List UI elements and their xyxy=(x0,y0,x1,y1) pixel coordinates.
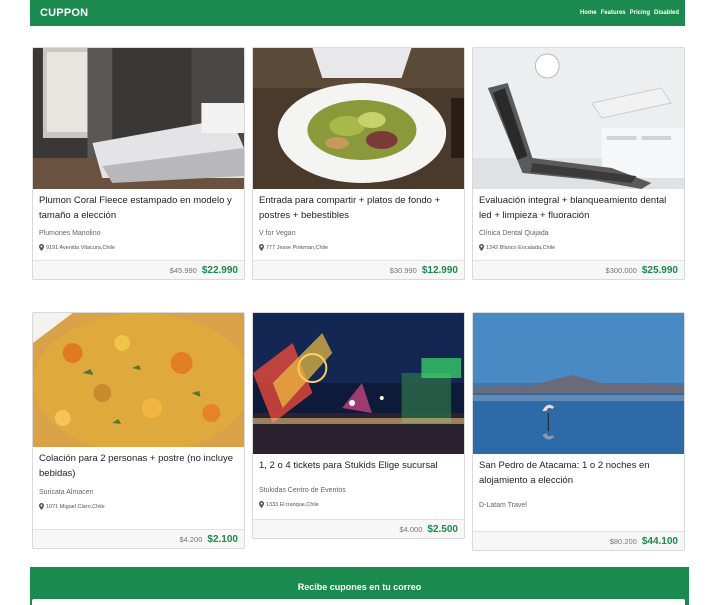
brand-logo[interactable]: CUPPON xyxy=(40,7,88,19)
old-price: $4.000 xyxy=(399,524,423,534)
location-text: 9191 Avenida Vitacura,Chile xyxy=(46,244,115,251)
deal-card-3[interactable]: Evaluación integral + blanqueamiento den… xyxy=(472,47,685,280)
old-price: $300.000 xyxy=(605,265,637,275)
new-price: $12.990 xyxy=(421,264,458,276)
deal-title[interactable]: 1, 2 o 4 tickets para Stukids Elige sucu… xyxy=(259,458,458,473)
deal-vendor: Plumones Manolino xyxy=(39,230,101,237)
deal-vendor: Stukidas Centro de Eventos xyxy=(259,487,346,494)
price-footer: $4.000 $2.500 xyxy=(253,519,464,538)
deal-title[interactable]: Plumon Coral Fleece estampado en modelo … xyxy=(39,193,238,223)
new-price: $2.500 xyxy=(427,523,458,535)
deal-location: 1342 Blanco Encalada,Chile xyxy=(479,244,555,251)
deal-card-1[interactable]: Plumon Coral Fleece estampado en modelo … xyxy=(32,47,245,280)
deal-card-6[interactable]: San Pedro de Atacama: 1 o 2 noches en al… xyxy=(472,312,685,551)
price-footer: $4.200 $2.100 xyxy=(33,529,244,548)
old-price: $80.200 xyxy=(609,536,637,546)
location-text: 1071 Miguel Claro,Chile xyxy=(46,503,105,510)
new-price: $22.990 xyxy=(201,264,238,276)
deal-card-2[interactable]: Entrada para compartir + platos de fondo… xyxy=(252,47,465,280)
deal-location: 777 Jesse Pinkman,Chile xyxy=(259,244,328,251)
newsletter-title: Recibe cupones en tu correo xyxy=(297,582,422,592)
location-text: 777 Jesse Pinkman,Chile xyxy=(266,244,329,251)
flamingo-lake-photo[interactable] xyxy=(473,313,684,454)
deal-card-4[interactable]: Colación para 2 personas + postre (no in… xyxy=(32,312,245,549)
curry-photo[interactable] xyxy=(33,313,244,447)
navbar: CUPPON Home Features Pricing Disabled xyxy=(30,0,685,26)
deal-title[interactable]: Evaluación integral + blanqueamiento den… xyxy=(479,193,678,223)
location-pin-icon xyxy=(259,501,264,508)
deal-title[interactable]: Entrada para compartir + platos de fondo… xyxy=(259,193,458,223)
new-price: $25.990 xyxy=(641,264,678,276)
old-price: $4.200 xyxy=(179,534,203,544)
deal-vendor: D-Latam Travel xyxy=(479,502,527,509)
location-pin-icon xyxy=(39,503,44,510)
old-price: $30.990 xyxy=(389,265,417,275)
nav-link-home[interactable]: Home xyxy=(580,10,597,16)
deal-card-5[interactable]: 1, 2 o 4 tickets para Stukids Elige sucu… xyxy=(252,312,465,539)
amusement-park-photo[interactable] xyxy=(253,313,464,454)
deal-location: 9191 Avenida Vitacura,Chile xyxy=(39,244,115,251)
new-price: $44.100 xyxy=(641,535,678,547)
location-pin-icon xyxy=(259,244,264,251)
deal-title[interactable]: Colación para 2 personas + postre (no in… xyxy=(39,451,238,481)
dental-chair-photo[interactable] xyxy=(473,48,684,189)
deal-location: 1071 Miguel Claro,Chile xyxy=(39,503,105,510)
bedroom-photo[interactable] xyxy=(33,48,244,189)
newsletter-section: Recibe cupones en tu correo xyxy=(30,567,689,605)
deal-vendor: Suricata Almacen xyxy=(39,489,94,496)
nav-link-features[interactable]: Features xyxy=(601,10,626,16)
price-footer: $30.990 $12.990 xyxy=(253,260,464,279)
deal-location: 1333 El tranque,Chile xyxy=(259,501,319,508)
deal-title[interactable]: San Pedro de Atacama: 1 o 2 noches en al… xyxy=(479,458,678,488)
old-price: $45.990 xyxy=(169,265,197,275)
newsletter-email-input[interactable] xyxy=(32,599,685,605)
new-price: $2.100 xyxy=(207,533,238,545)
location-text: 1342 Blanco Encalada,Chile xyxy=(486,244,556,251)
location-pin-icon xyxy=(39,244,44,251)
deal-vendor: V for Vegan xyxy=(259,230,296,237)
location-pin-icon xyxy=(479,244,484,251)
location-text: 1333 El tranque,Chile xyxy=(266,501,319,508)
nav-link-disabled[interactable]: Disabled xyxy=(654,10,679,16)
price-footer: $45.990 $22.990 xyxy=(33,260,244,279)
price-footer: $80.200 $44.100 xyxy=(473,531,684,550)
nav-links: Home Features Pricing Disabled xyxy=(580,10,679,16)
deal-vendor: Clínica Dental Quijada xyxy=(479,230,549,237)
nav-link-pricing[interactable]: Pricing xyxy=(630,10,650,16)
price-footer: $300.000 $25.990 xyxy=(473,260,684,279)
salad-photo[interactable] xyxy=(253,48,464,189)
